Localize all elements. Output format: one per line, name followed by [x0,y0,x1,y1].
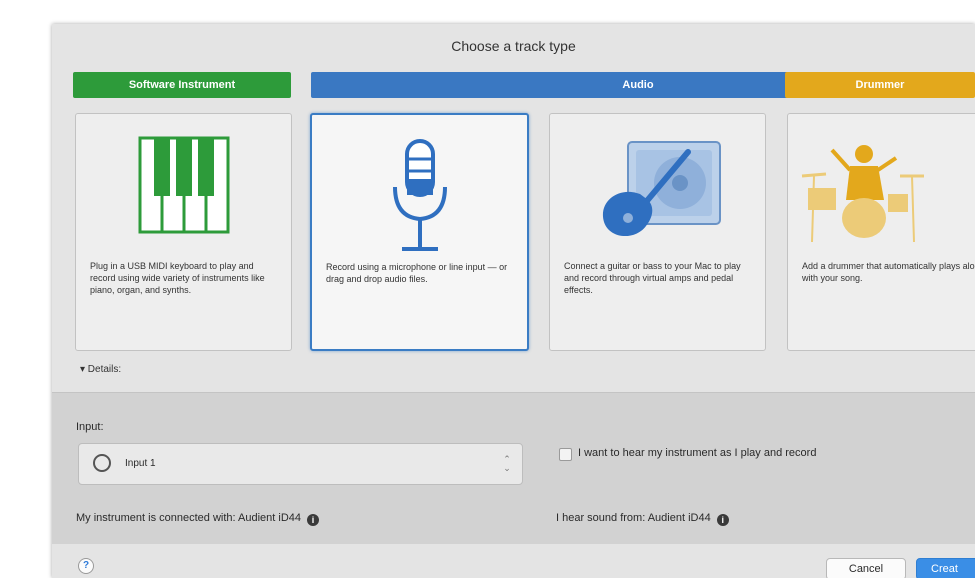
create-button[interactable]: Creat [916,558,975,578]
monitor-checkbox[interactable] [559,448,572,461]
guitar-amp-icon [602,141,721,237]
input-label: Input: [76,421,104,433]
card-software-instrument[interactable]: Plug in a USB MIDI keyboard to play and … [75,113,292,351]
monitor-checkbox-label[interactable]: I want to hear my instrument as I play a… [578,447,816,459]
connected-device-row: My instrument is connected with: Audient… [76,512,320,526]
input-value: Input 1 [125,458,156,469]
output-device-label: I hear sound from: Audient iD44 [556,512,711,524]
card-description: Connect a guitar or bass to your Mac to … [564,261,741,295]
card-description: Record using a microphone or line input … [326,262,508,284]
dialog-title: Choose a track type [451,38,576,54]
output-device-row: I hear sound from: Audient iD44 i [556,512,729,526]
details-disclosure[interactable]: ▾ Details: [80,364,121,375]
dialog-footer: ? Cancel Creat [52,544,975,578]
input-select[interactable]: Input 1 ⌃ ⌄ [78,443,523,485]
info-icon[interactable]: i [716,514,729,526]
drummer-icon [801,145,924,243]
category-software-instrument[interactable]: Software Instrument [73,72,291,98]
card-drummer[interactable]: Add a drummer that automatically plays a… [787,113,975,351]
input-channel-icon [93,454,111,472]
category-drummer[interactable]: Drummer [785,72,975,98]
microphone-icon [392,139,447,251]
piano-keyboard-icon [138,136,229,234]
details-panel: Input: Input 1 ⌃ ⌄ I want to hear my inst… [52,392,975,545]
info-icon[interactable]: i [307,514,320,526]
choose-track-type-dialog: Choose a track type Software Instrument … [52,24,975,578]
card-audio-guitar[interactable]: Connect a guitar or bass to your Mac to … [549,113,766,351]
chevron-up-down-icon: ⌃ ⌄ [503,454,511,473]
card-description: Plug in a USB MIDI keyboard to play and … [90,261,265,295]
connected-device-label: My instrument is connected with: Audient… [76,512,302,524]
card-audio-microphone[interactable]: Record using a microphone or line input … [310,113,529,351]
card-description: Add a drummer that automatically plays a… [802,261,975,283]
help-icon[interactable]: ? [78,558,94,574]
cancel-button[interactable]: Cancel [826,558,906,578]
